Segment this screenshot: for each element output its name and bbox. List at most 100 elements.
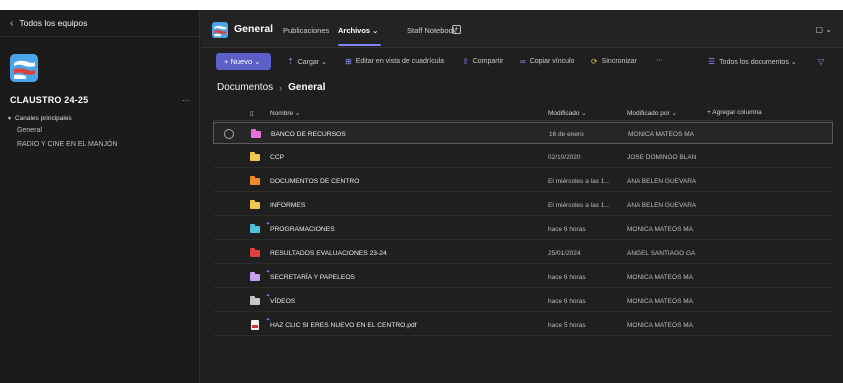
row-modified-by: MONICA MATEOS MA — [627, 226, 693, 233]
team-logo — [10, 54, 38, 82]
table-row[interactable]: DOCUMENTOS DE CENTRO El miércoles a las 1… — [213, 170, 833, 192]
tab-staff-notebook[interactable]: Staff Notebook — [407, 26, 456, 35]
row-modified-by: MONICA MATEOS MA — [628, 131, 694, 138]
folder-icon — [250, 200, 260, 209]
tab-publicaciones[interactable]: Publicaciones — [283, 26, 329, 35]
pdf-file-icon — [251, 320, 259, 330]
tab-archivos[interactable]: Archivos ⌄ — [338, 26, 378, 35]
channels-section-header[interactable]: ▼ Canales principales — [7, 115, 72, 122]
row-select-radio[interactable] — [224, 129, 234, 139]
top-strip — [0, 0, 843, 10]
row-modified-by: JOSE DOMINGO BLAN — [627, 154, 697, 161]
table-row[interactable]: BANCO DE RECURSOS 16 de enero MONICA MATEO… — [213, 122, 833, 144]
list-view-icon: ☰ — [708, 57, 716, 66]
table-row[interactable]: INFORMES El miércoles a las 1... ANA BELEN… — [213, 194, 833, 216]
folder-icon — [250, 248, 260, 257]
table-row[interactable]: ✦ VÍDEOS hace 6 horas MONICA MATEOS MA — [213, 290, 833, 312]
row-modified: El miércoles a las 1... — [548, 178, 610, 185]
row-name[interactable]: VÍDEOS — [270, 298, 295, 305]
breadcrumb: Documentos › General — [217, 82, 325, 93]
channels-header-label: Canales principales — [14, 115, 72, 122]
file-type-icon[interactable]: ▯ — [250, 109, 254, 117]
channel-logo — [212, 22, 228, 38]
table-header: ▯ Nombre ⌄ Modificado ⌄ Modificado por ⌄… — [213, 103, 833, 121]
files-toolbar: + Nuevo ⌄ ⇡ Cargar ⌄ ⊞ Editar en vista d… — [201, 49, 843, 73]
copy-link-button[interactable]: ∞ Copiar vínculo — [520, 57, 574, 66]
col-modified-by-header[interactable]: Modificado por ⌄ — [627, 109, 677, 117]
row-modified-by: ANA BELEN GUEVARA — [627, 178, 697, 185]
share-icon: ⇪ — [462, 57, 469, 66]
table-row[interactable]: RESULTADOS EVALUACIONES 23-24 25/01/2024 A… — [213, 242, 833, 264]
copy-link-label: Copiar vínculo — [529, 58, 575, 65]
row-name[interactable]: CCP — [270, 154, 284, 161]
breadcrumb-current: General — [288, 82, 326, 93]
channel-title: General — [234, 23, 274, 35]
row-name[interactable]: PROGRAMACIONES — [270, 226, 335, 233]
table-row[interactable]: ✦ HAZ CLIC SI ERES NUEVO EN EL CENTRO.pdf… — [213, 314, 833, 336]
folder-icon — [250, 224, 260, 233]
sidebar: ‹ Todos los equipos CLAUSTRO 24-25 ··· ▼… — [0, 10, 200, 383]
sync-label: Sincronizar — [601, 58, 637, 65]
channel-item-radio-cine[interactable]: RADIO Y CINE EN EL MANJÓN — [17, 141, 118, 148]
row-modified-by: MONICA MATEOS MA — [627, 298, 693, 305]
row-modified: hace 5 horas — [548, 322, 586, 329]
folder-icon — [250, 176, 260, 185]
upload-label: Cargar ⌄ — [297, 58, 327, 66]
table-row[interactable]: ✦ PROGRAMACIONES hace 6 horas MONICA MATEOS… — [213, 218, 833, 240]
grid-edit-label: Editar en vista de cuadrícula — [355, 58, 445, 65]
view-selector[interactable]: ☰ Todos los documentos ⌄ — [708, 57, 797, 66]
row-name[interactable]: SECRETARÍA Y PAPELEOS — [270, 274, 355, 281]
row-name[interactable]: BANCO DE RECURSOS — [271, 131, 346, 138]
chevron-right-icon: › — [279, 82, 283, 93]
table-row[interactable]: ✦ SECRETARÍA Y PAPELEOS hace 6 horas MONICA… — [213, 266, 833, 288]
row-name[interactable]: INFORMES — [270, 202, 305, 209]
link-icon: ∞ — [520, 57, 526, 66]
row-modified: 16 de enero — [549, 131, 584, 138]
grid-icon: ⊞ — [345, 57, 352, 66]
channel-header: General Publicaciones Archivos ⌄ Staff N… — [201, 10, 843, 48]
folder-icon — [250, 152, 260, 161]
row-modified: hace 6 horas — [548, 226, 586, 233]
folder-icon — [250, 272, 260, 281]
share-button[interactable]: ⇪ Compartir — [462, 57, 503, 66]
add-tab-icon[interactable]: + — [452, 25, 461, 34]
row-modified: 02/10/2020 — [548, 154, 581, 161]
folder-icon — [250, 296, 260, 305]
sync-icon: ⟳ — [591, 57, 598, 66]
share-label: Compartir — [472, 58, 504, 65]
back-label: Todos los equipos — [19, 18, 88, 28]
team-name-row[interactable]: CLAUSTRO 24-25 ··· — [10, 95, 190, 105]
more-actions-button[interactable]: ··· — [656, 57, 663, 64]
row-modified-by: ANA BELEN GUEVARA — [627, 202, 697, 209]
table-row[interactable]: CCP 02/10/2020 JOSE DOMINGO BLAN — [213, 146, 833, 168]
col-modified-header[interactable]: Modificado ⌄ — [548, 109, 587, 117]
row-modified-by: ANGEL SANTIAGO GA — [627, 250, 696, 257]
folder-icon — [251, 129, 261, 138]
row-modified-by: MONICA MATEOS MA — [627, 274, 693, 281]
back-to-teams-link[interactable]: ‹ Todos los equipos — [0, 10, 200, 37]
sync-button[interactable]: ⟳ Sincronizar — [591, 57, 637, 66]
row-modified: hace 6 horas — [548, 274, 586, 281]
meeting-video-icon[interactable]: ▢ ⌄ — [816, 25, 832, 34]
team-more-icon[interactable]: ··· — [182, 96, 190, 105]
col-name-header[interactable]: Nombre ⌄ — [270, 109, 300, 117]
upload-button[interactable]: ⇡ Cargar ⌄ — [287, 57, 327, 66]
grid-edit-button[interactable]: ⊞ Editar en vista de cuadrícula — [345, 57, 444, 66]
row-modified: 25/01/2024 — [548, 250, 581, 257]
row-name[interactable]: HAZ CLIC SI ERES NUEVO EN EL CENTRO.pdf — [270, 322, 417, 329]
new-button[interactable]: + Nuevo ⌄ — [216, 53, 271, 70]
active-tab-indicator — [338, 44, 381, 46]
filter-icon[interactable]: ▽ — [818, 57, 828, 66]
row-name[interactable]: DOCUMENTOS DE CENTRO — [270, 178, 359, 185]
row-name[interactable]: RESULTADOS EVALUACIONES 23-24 — [270, 250, 387, 257]
chevron-left-icon: ‹ — [10, 17, 14, 29]
caret-down-icon: ▼ — [7, 115, 12, 122]
channel-item-general[interactable]: General — [17, 127, 42, 134]
row-modified: El miércoles a las 1... — [548, 202, 610, 209]
upload-icon: ⇡ — [287, 57, 294, 66]
add-column-button[interactable]: + Agregar columna — [707, 109, 762, 116]
view-label: Todos los documentos ⌄ — [719, 58, 797, 66]
team-name: CLAUSTRO 24-25 — [10, 95, 89, 105]
breadcrumb-root[interactable]: Documentos — [217, 82, 273, 93]
row-modified-by: MONICA MATEOS MA — [627, 322, 693, 329]
